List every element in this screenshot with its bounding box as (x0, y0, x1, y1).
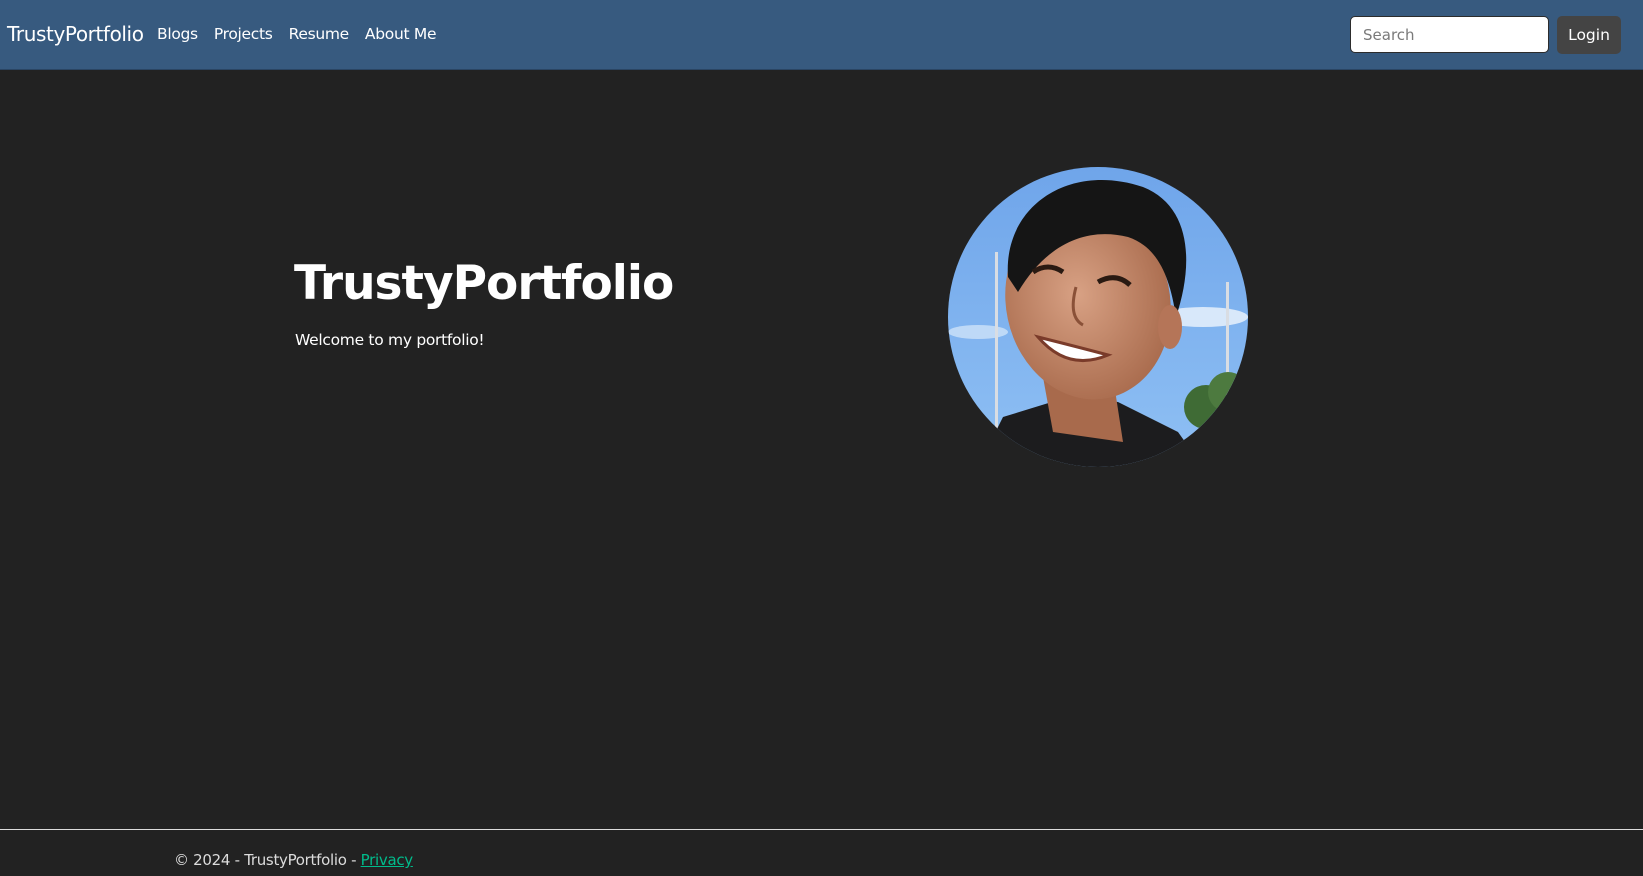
top-navbar: TrustyPortfolio Blogs Projects Resume Ab… (0, 0, 1643, 70)
hero-subtitle: Welcome to my portfolio! (295, 331, 485, 349)
nav-link-blogs[interactable]: Blogs (157, 25, 198, 43)
profile-photo (948, 167, 1248, 467)
nav-links: Blogs Projects Resume About Me (157, 25, 452, 43)
page-footer: © 2024 - TrustyPortfolio - Privacy (0, 829, 1643, 876)
brand-link[interactable]: TrustyPortfolio (7, 22, 144, 46)
footer-text: © 2024 - TrustyPortfolio - Privacy (174, 851, 413, 869)
privacy-link[interactable]: Privacy (361, 851, 414, 869)
nav-link-resume[interactable]: Resume (289, 25, 350, 43)
nav-link-projects[interactable]: Projects (214, 25, 273, 43)
login-button[interactable]: Login (1557, 16, 1621, 54)
footer-copyright: © 2024 - TrustyPortfolio - (174, 851, 361, 869)
hero-title: TrustyPortfolio (294, 256, 674, 311)
search-input[interactable] (1350, 16, 1549, 53)
nav-link-about-me[interactable]: About Me (365, 25, 437, 43)
